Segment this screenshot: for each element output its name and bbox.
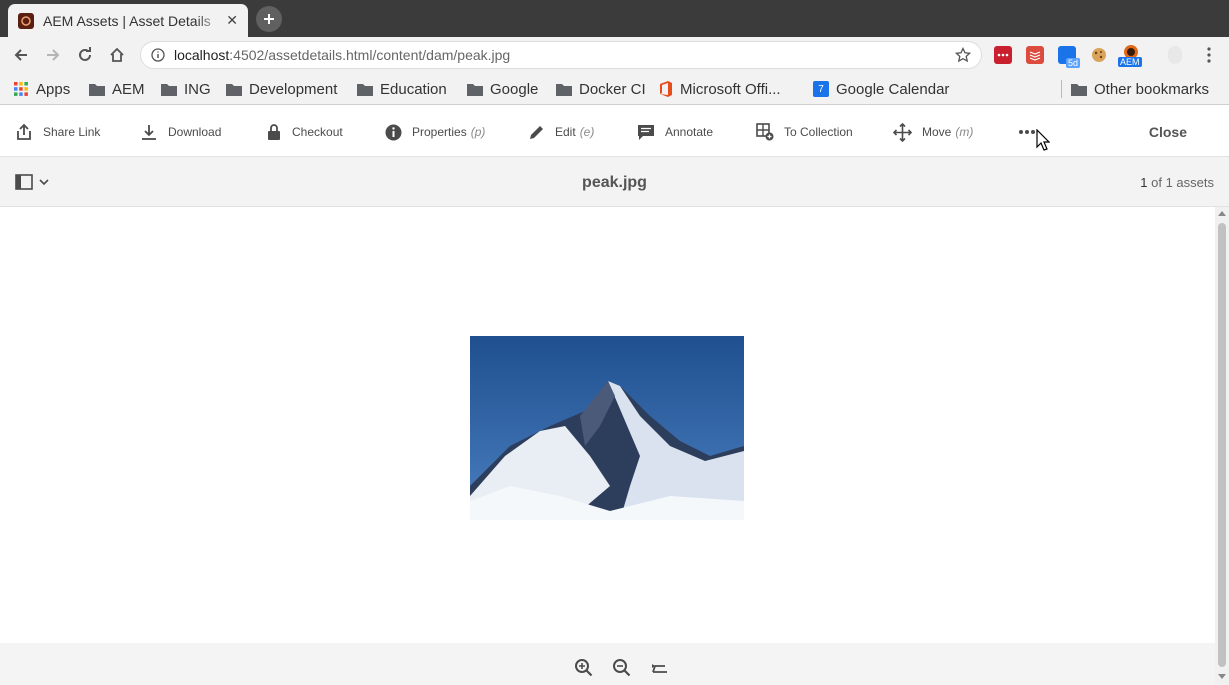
checkout-button[interactable]: Checkout <box>266 123 343 141</box>
move-button[interactable]: Move (m) <box>893 122 973 142</box>
plus-icon <box>264 14 274 24</box>
bookmark-google-calendar[interactable]: 7 Google Calendar <box>813 79 949 99</box>
reset-zoom-button[interactable] <box>649 657 671 679</box>
asset-title: peak.jpg <box>582 174 647 191</box>
bookmarks-bar: Apps AEM ING Development Education Googl… <box>0 72 1229 105</box>
bookmark-folder-education[interactable]: Education <box>357 79 447 99</box>
more-dots-icon <box>1018 129 1036 135</box>
comment-icon <box>637 123 655 141</box>
bookmark-folder-development[interactable]: Development <box>226 79 337 99</box>
scroll-down-arrow-icon[interactable] <box>1218 674 1226 679</box>
address-bar[interactable]: localhost:4502/assetdetails.html/content… <box>140 41 982 69</box>
undo-icon <box>652 664 667 673</box>
bookmark-microsoft-office[interactable]: Microsoft Offi... <box>659 79 781 99</box>
scroll-thumb[interactable] <box>1218 223 1226 667</box>
url-text: localhost:4502/assetdetails.html/content… <box>174 47 511 63</box>
new-tab-button[interactable] <box>256 6 282 32</box>
reload-button[interactable] <box>73 43 97 67</box>
bookmark-folder-aem[interactable]: AEM <box>89 79 145 99</box>
zoom-in-icon <box>575 659 593 677</box>
extension-aem-icon[interactable]: AEM <box>1118 44 1142 68</box>
bookmarks-separator <box>1061 80 1062 98</box>
bookmark-folder-docker-ci[interactable]: Docker CI <box>556 79 646 99</box>
home-icon <box>110 47 124 62</box>
home-button[interactable] <box>105 43 129 67</box>
bookmark-other-bookmarks[interactable]: Other bookmarks <box>1071 79 1209 99</box>
annotate-button[interactable]: Annotate <box>637 123 713 141</box>
zoom-in-button[interactable] <box>573 657 595 679</box>
info-icon[interactable] <box>151 48 165 62</box>
download-icon <box>140 123 158 141</box>
bookmark-apps[interactable]: Apps <box>13 79 70 99</box>
browser-toolbar: localhost:4502/assetdetails.html/content… <box>0 37 1229 72</box>
move-arrows-icon <box>893 122 912 142</box>
close-tab-icon[interactable]: ✕ <box>226 12 238 29</box>
aem-favicon-icon <box>18 12 34 29</box>
zoom-out-icon <box>613 659 631 677</box>
zoom-out-button[interactable] <box>611 657 633 679</box>
bookmark-folder-ing[interactable]: ING <box>161 79 211 99</box>
browser-tabstrip: AEM Assets | Asset Details ✕ <box>0 0 1229 37</box>
back-button[interactable] <box>9 43 33 67</box>
download-button[interactable]: Download <box>140 123 221 141</box>
asset-preview-area <box>0 207 1215 643</box>
browser-menu-button[interactable] <box>1197 43 1221 67</box>
browser-tab[interactable]: AEM Assets | Asset Details ✕ <box>8 4 248 37</box>
scroll-up-arrow-icon[interactable] <box>1218 211 1226 216</box>
folder-icon <box>467 82 483 96</box>
info-circle-icon <box>385 124 402 141</box>
lock-icon <box>266 123 282 141</box>
extension-cookie-icon[interactable] <box>1090 46 1108 64</box>
tab-title: AEM Assets | Asset Details <box>43 12 211 29</box>
to-collection-button[interactable]: To Collection <box>756 123 853 141</box>
asset-title-bar: peak.jpg 1 of 1 assets <box>0 157 1229 207</box>
bookmark-star-icon[interactable] <box>954 46 972 68</box>
extension-todoist-icon[interactable] <box>1026 46 1044 64</box>
arrow-left-icon <box>14 49 27 61</box>
bookmark-folder-google[interactable]: Google <box>467 79 538 99</box>
apps-grid-icon <box>13 81 29 97</box>
folder-icon <box>226 82 242 96</box>
extension-calendar-icon[interactable]: 5d <box>1058 46 1080 68</box>
vertical-dots-icon <box>1207 47 1211 63</box>
forward-button[interactable] <box>41 43 65 67</box>
pencil-icon <box>528 124 545 141</box>
folder-icon <box>161 82 177 96</box>
asset-preview-image[interactable] <box>470 336 744 520</box>
arrow-right-icon <box>47 49 60 61</box>
folder-icon <box>89 82 105 96</box>
folder-icon <box>357 82 373 96</box>
share-icon <box>15 123 33 141</box>
properties-button[interactable]: Properties (p) <box>385 123 485 141</box>
office-icon <box>659 81 673 97</box>
edit-button[interactable]: Edit (e) <box>528 123 594 141</box>
mouse-cursor-icon <box>1036 128 1051 156</box>
vertical-scrollbar[interactable] <box>1215 207 1229 685</box>
collection-add-icon <box>756 123 774 141</box>
asset-count: 1 of 1 assets <box>1140 175 1214 190</box>
extension-lastpass-icon[interactable] <box>994 46 1012 64</box>
folder-icon <box>556 82 572 96</box>
folder-icon <box>1071 82 1087 96</box>
reload-icon <box>79 47 91 61</box>
calendar-icon: 7 <box>813 81 829 97</box>
extension-blank-icon[interactable] <box>1168 46 1182 64</box>
share-link-button[interactable]: Share Link <box>15 123 100 141</box>
zoom-controls <box>0 643 1215 685</box>
close-button[interactable]: Close <box>1149 124 1187 140</box>
